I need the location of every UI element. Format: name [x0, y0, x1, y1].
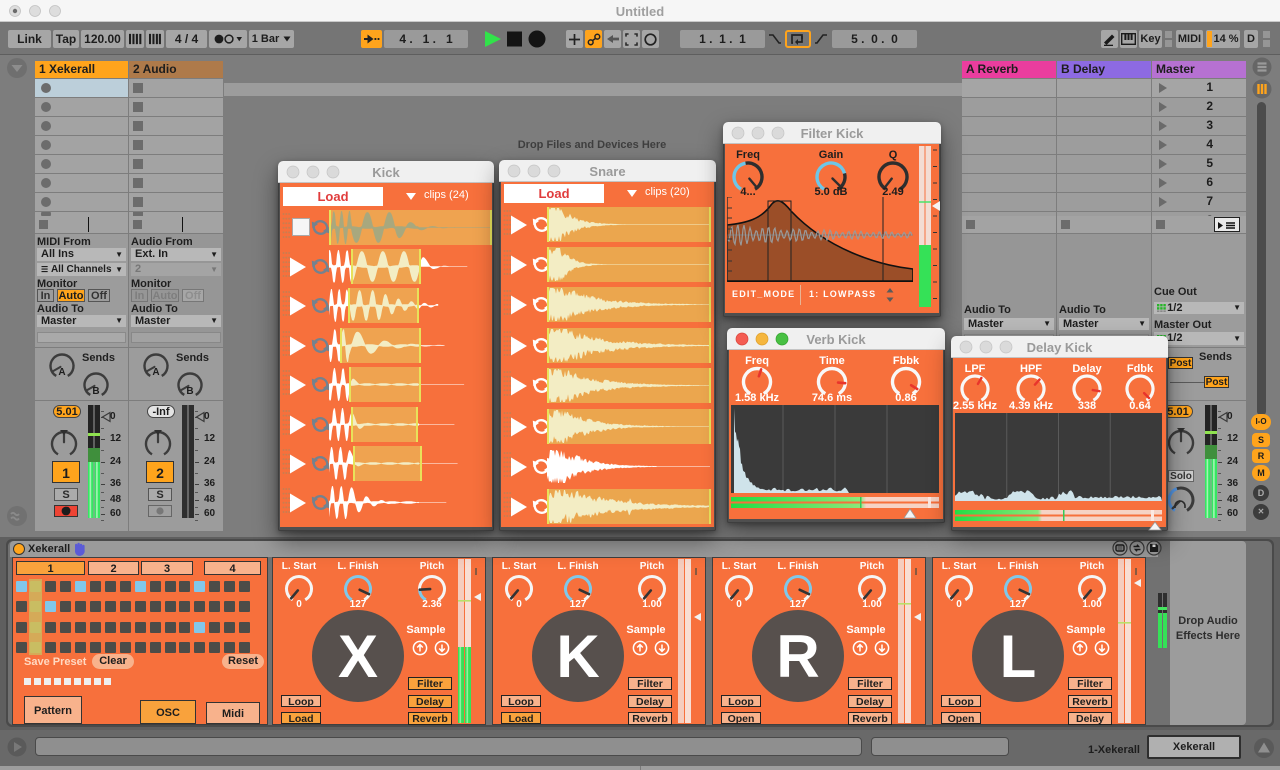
svg-text:B: B [186, 386, 193, 397]
svg-text:A: A [58, 367, 65, 378]
svg-text:A: A [152, 367, 159, 378]
svg-text:B: B [92, 386, 99, 397]
